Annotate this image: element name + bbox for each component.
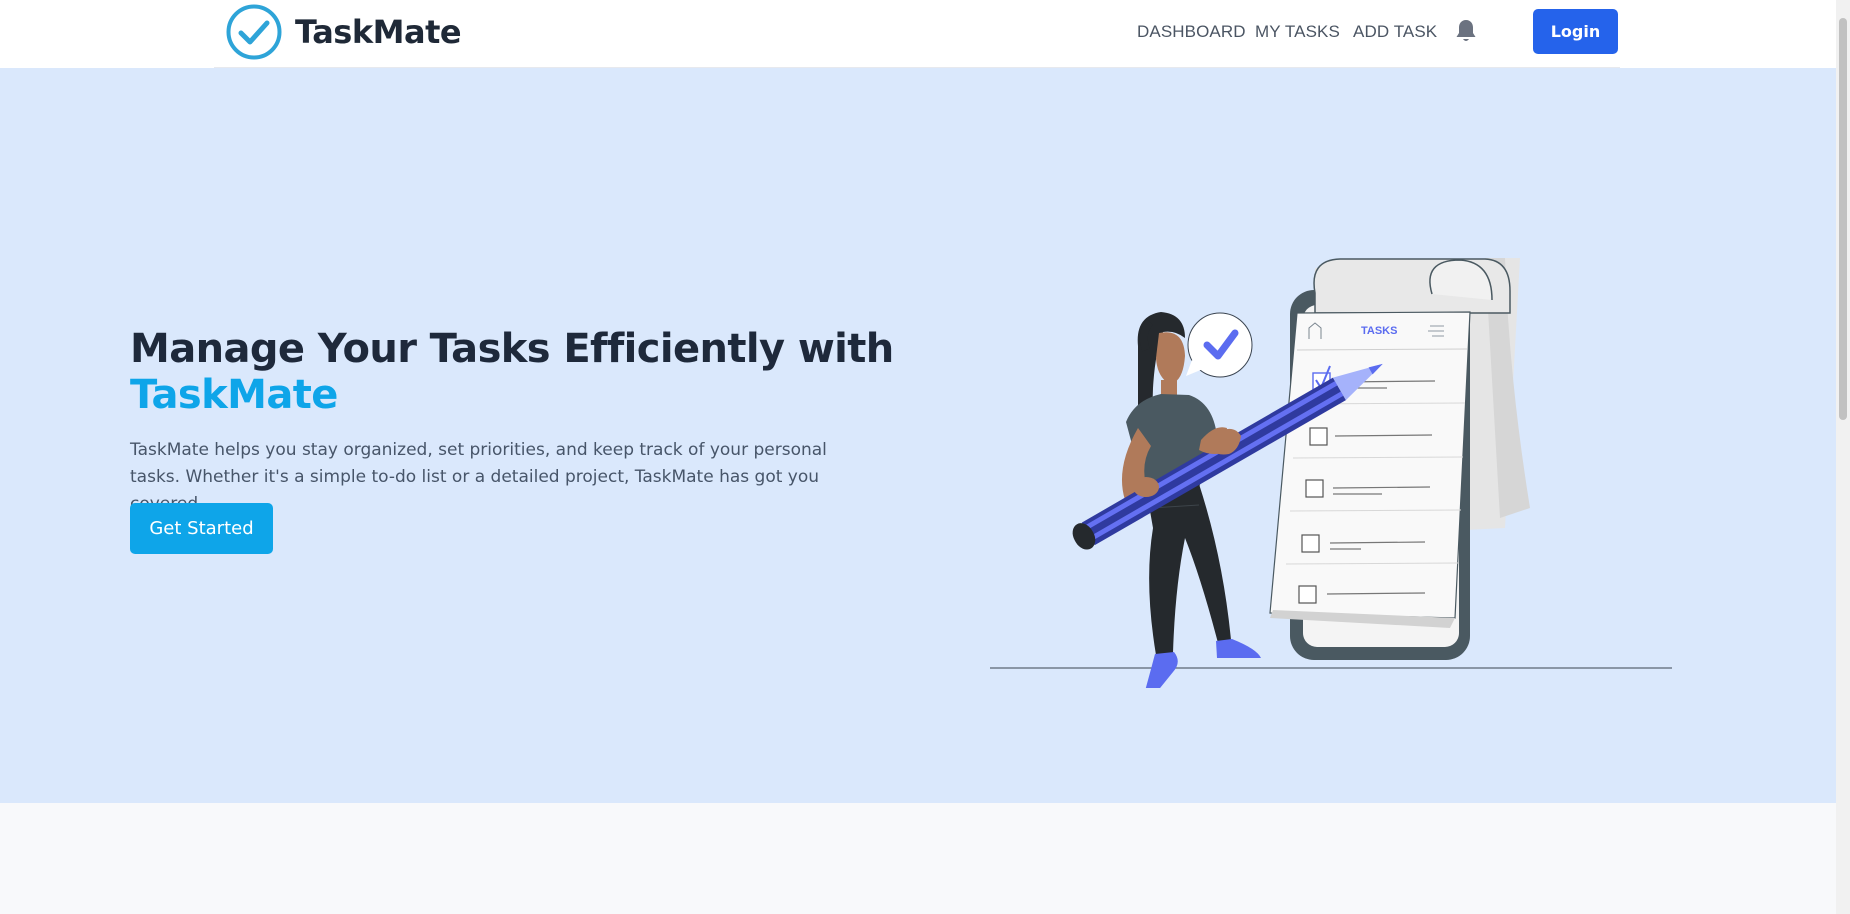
- hero-title: Manage Your Tasks Efficiently with TaskM…: [130, 326, 894, 418]
- bell-icon[interactable]: [1455, 18, 1477, 44]
- scrollbar-thumb[interactable]: [1839, 18, 1847, 420]
- login-button[interactable]: Login: [1533, 9, 1618, 54]
- get-started-button[interactable]: Get Started: [130, 503, 273, 554]
- hero-title-text: Manage Your Tasks Efficiently with: [130, 326, 894, 372]
- nav-add-task[interactable]: ADD TASK: [1353, 22, 1437, 42]
- nav-my-tasks[interactable]: MY TASKS: [1255, 22, 1340, 42]
- brand-logo[interactable]: TaskMate: [226, 4, 462, 60]
- hero-title-accent: TaskMate: [130, 372, 338, 418]
- hero-illustration: TASKS: [990, 258, 1672, 688]
- check-circle-icon: [226, 4, 282, 60]
- top-navbar: TaskMate DASHBOARD MY TASKS ADD TASK Log…: [0, 0, 1836, 68]
- nav-dashboard[interactable]: DASHBOARD: [1137, 22, 1246, 42]
- phone-tasks-label: TASKS: [1361, 325, 1397, 337]
- brand-name: TaskMate: [295, 13, 462, 51]
- hero-section: Manage Your Tasks Efficiently with TaskM…: [0, 68, 1836, 803]
- page-scrollbar[interactable]: [1836, 0, 1850, 914]
